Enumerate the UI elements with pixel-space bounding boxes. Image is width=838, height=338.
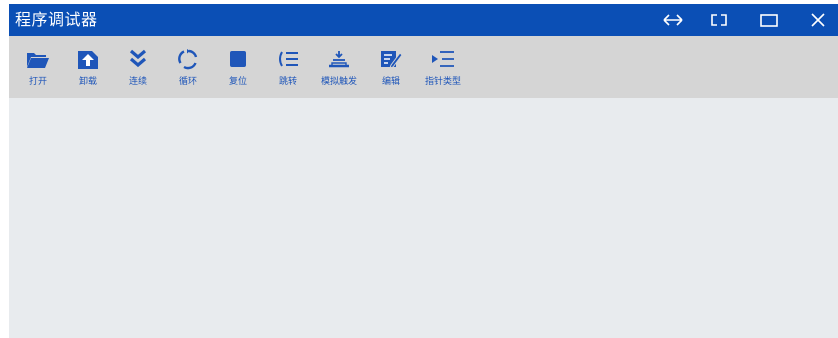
stop-square-icon — [230, 51, 246, 67]
swap-icon — [663, 14, 683, 26]
split-view-button[interactable] — [699, 4, 739, 36]
double-chevron-down-icon — [129, 49, 147, 68]
edit-button[interactable]: 编辑 — [376, 36, 406, 98]
maximize-button[interactable] — [749, 4, 789, 36]
unload-label: 卸载 — [78, 77, 97, 87]
toolbar: 打开 卸载 连续 循环 复位 跳转 模拟触发 编辑 指针类型 — [9, 36, 838, 98]
maximize-icon — [760, 13, 778, 27]
edit-icon — [381, 51, 402, 69]
open-button[interactable]: 打开 — [23, 36, 53, 98]
jump-label: 跳转 — [278, 77, 297, 87]
content-area — [9, 98, 838, 338]
loop-icon — [178, 49, 198, 70]
close-button[interactable] — [798, 4, 838, 36]
reset-button[interactable]: 复位 — [223, 36, 253, 98]
continuous-button[interactable]: 连续 — [123, 36, 153, 98]
loop-label: 循环 — [178, 77, 197, 87]
upload-icon — [78, 51, 98, 69]
continuous-label: 连续 — [128, 77, 147, 87]
pointer-type-button[interactable]: 指针类型 — [419, 36, 467, 98]
close-icon — [811, 13, 825, 27]
jump-icon — [279, 51, 298, 67]
loop-button[interactable]: 循环 — [173, 36, 203, 98]
trigger-icon — [329, 51, 349, 68]
pointer-type-icon — [432, 51, 454, 67]
swap-button[interactable] — [653, 4, 693, 36]
folder-open-icon — [27, 53, 49, 68]
window-title: 程序调试器 — [15, 10, 98, 29]
pointer-type-label: 指针类型 — [424, 77, 461, 87]
open-label: 打开 — [28, 77, 47, 87]
unload-button[interactable]: 卸载 — [73, 36, 103, 98]
split-view-icon — [711, 14, 727, 26]
reset-label: 复位 — [228, 77, 247, 87]
debugger-window: 程序调试器 打开 卸载 连续 循环 复位 跳转 模拟触发 编辑 指针类型 — [9, 4, 838, 338]
simulate-trigger-label: 模拟触发 — [320, 77, 357, 87]
simulate-trigger-button[interactable]: 模拟触发 — [315, 36, 363, 98]
jump-button[interactable]: 跳转 — [273, 36, 303, 98]
edit-label: 编辑 — [381, 77, 400, 87]
title-bar: 程序调试器 — [9, 4, 838, 36]
